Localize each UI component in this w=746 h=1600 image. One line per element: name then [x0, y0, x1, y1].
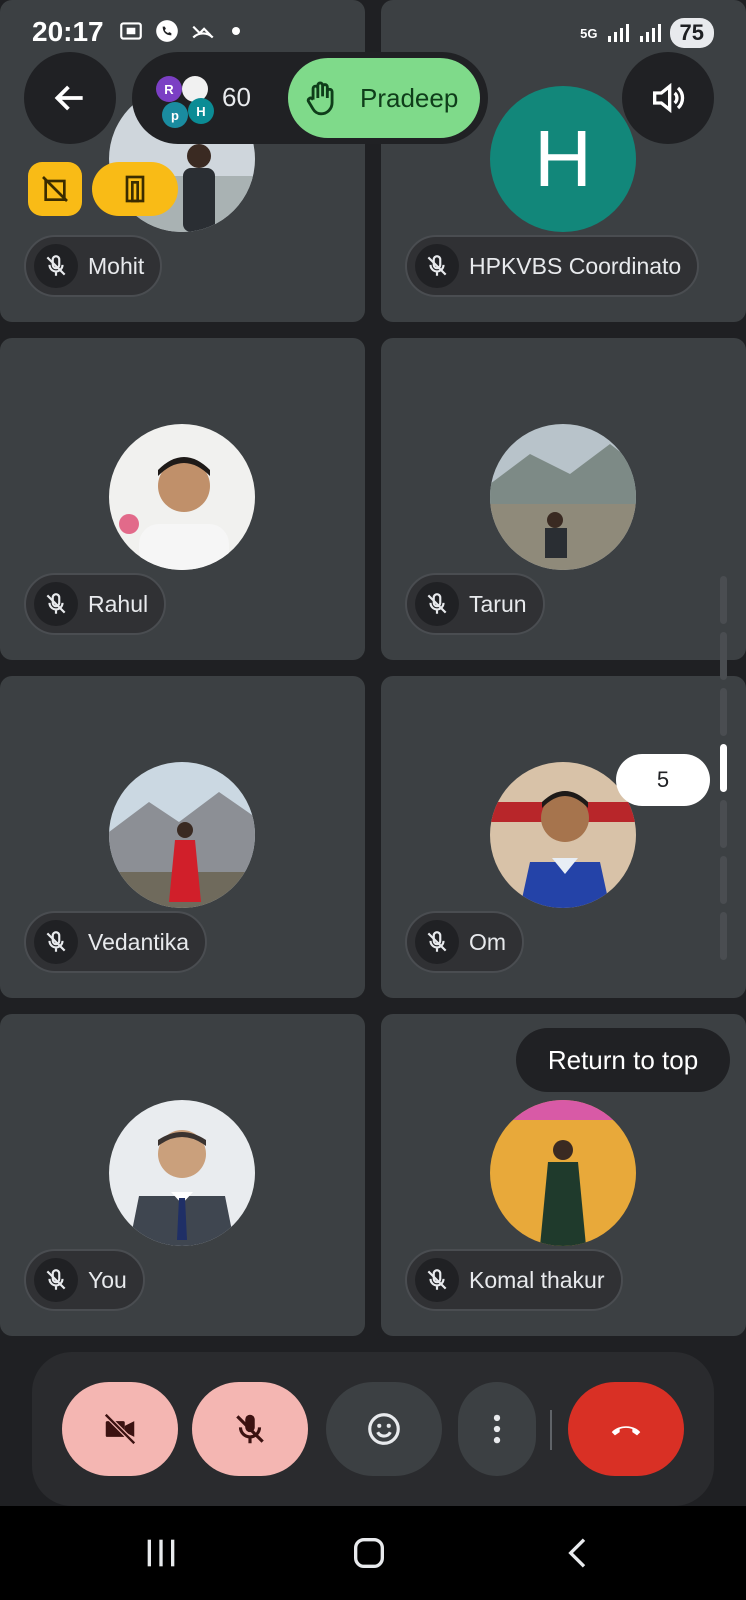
participant-tile-vedantika[interactable]: Vedantika [0, 676, 365, 998]
signal-icon-2 [639, 24, 661, 42]
mic-off-icon [415, 1258, 459, 1302]
participant-name: Komal thakur [469, 1266, 605, 1293]
signal-icon [607, 24, 629, 42]
status-bar: 20:17 5G 75 [0, 0, 746, 62]
network-label: 5G [580, 25, 598, 41]
chevron-left-icon [568, 1538, 586, 1568]
mic-toggle-button[interactable] [192, 1382, 308, 1476]
mic-off-icon [34, 582, 78, 626]
mic-off-icon [34, 244, 78, 288]
participants-bar: R p H 60 Pradeep [132, 52, 488, 144]
name-pill: Mohit [24, 235, 163, 297]
mic-off-icon [236, 1414, 264, 1444]
name-pill: Tarun [405, 573, 545, 635]
avatar [109, 424, 255, 570]
participant-name: Om [469, 928, 507, 955]
mic-off-icon [34, 920, 78, 964]
participant-name: Rahul [88, 590, 149, 617]
home-icon [354, 1538, 384, 1568]
participant-mini-avatars: R p H [152, 72, 214, 130]
control-divider [550, 1410, 552, 1450]
name-pill: Komal thakur [405, 1249, 623, 1311]
battery-indicator: 75 [669, 18, 714, 48]
screenshot-icon [120, 22, 142, 40]
home-button[interactable] [344, 1530, 394, 1576]
name-pill: HPKVBS Coordinato [405, 235, 700, 297]
more-vert-icon [493, 1414, 501, 1444]
system-nav-bar [0, 1506, 746, 1600]
emoji-icon [368, 1413, 400, 1445]
participant-tile-tarun[interactable]: Tarun [381, 338, 746, 660]
mic-off-icon [415, 582, 459, 626]
speaker-button[interactable] [622, 52, 714, 144]
mini-avatar: H [188, 98, 214, 124]
recents-button[interactable] [136, 1530, 186, 1576]
whatsapp-icon [156, 20, 178, 42]
mini-avatar: R [156, 76, 182, 102]
avatar [109, 1100, 255, 1246]
mic-off-icon [415, 244, 459, 288]
end-call-button[interactable] [568, 1382, 684, 1476]
missed-call-icon [192, 25, 214, 39]
participant-count: 60 [222, 82, 251, 112]
participant-tile-rahul[interactable]: Rahul [0, 338, 365, 660]
participant-name: Vedantika [88, 928, 190, 955]
name-pill: Rahul [24, 573, 167, 635]
reactions-button[interactable] [326, 1382, 442, 1476]
recents-icon [147, 1539, 175, 1567]
speaker-icon [653, 82, 685, 114]
status-system-icons: 5G 75 [580, 18, 714, 48]
more-options-button[interactable] [458, 1382, 536, 1476]
name-pill: Om [405, 911, 525, 973]
camera-toggle-button[interactable] [62, 1382, 178, 1476]
door-icon[interactable] [92, 162, 178, 216]
status-notification-icons [118, 18, 240, 44]
participant-tile-you[interactable]: You [0, 1014, 365, 1336]
name-pill: Vedantika [24, 911, 208, 973]
avatar [490, 762, 636, 908]
status-time: 20:17 [32, 16, 104, 47]
raised-hand-name: Pradeep [360, 82, 459, 113]
mic-off-icon [34, 1258, 78, 1302]
mic-off-icon [415, 920, 459, 964]
mini-avatar: p [162, 102, 188, 128]
call-control-bar [32, 1352, 714, 1506]
raised-hand-chip[interactable]: Pradeep [288, 58, 480, 138]
avatar [490, 424, 636, 570]
page-indicator: 5 [616, 754, 710, 806]
end-call-icon [611, 1426, 641, 1436]
arrow-left-icon [54, 85, 83, 111]
participant-tile-om[interactable]: Om [381, 676, 746, 998]
notification-dot [232, 27, 240, 35]
avatar [109, 762, 255, 908]
scroll-indicator[interactable] [720, 576, 728, 984]
letter-avatar: H [490, 86, 636, 232]
return-to-top-button[interactable]: Return to top [516, 1028, 730, 1092]
back-button[interactable] [24, 52, 116, 144]
name-pill: You [24, 1249, 145, 1311]
nav-back-button[interactable] [554, 1530, 604, 1576]
avatar [490, 1100, 636, 1246]
participant-name: You [88, 1266, 127, 1293]
participant-name: Tarun [469, 590, 527, 617]
scroll-thumb[interactable] [720, 744, 727, 792]
participant-name: Mohit [88, 252, 145, 279]
camera-off-icon [104, 1413, 136, 1445]
raised-hand-icon [306, 81, 334, 116]
no-building-icon[interactable] [28, 162, 82, 216]
participant-name: HPKVBS Coordinato [469, 252, 682, 279]
